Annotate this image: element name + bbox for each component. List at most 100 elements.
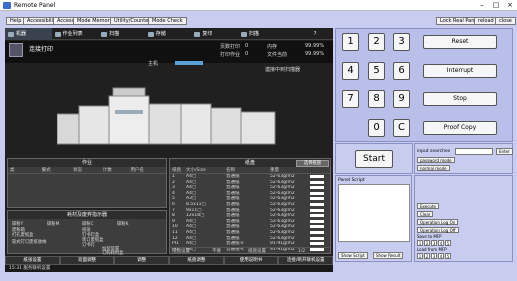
scanner-status: 連接中到扫描器 bbox=[265, 67, 301, 73]
bottom-tab-adjust[interactable]: 调整 bbox=[114, 256, 170, 265]
load-slot-5[interactable]: 5 bbox=[445, 253, 451, 259]
status-label-pages: 页数打印 bbox=[220, 44, 241, 50]
save-slots: 1 2 3 4 5 bbox=[417, 240, 451, 246]
script-title: Panel Script bbox=[338, 178, 365, 183]
app-icon bbox=[3, 2, 11, 9]
window-titlebar: Remote Panel – □ × bbox=[0, 0, 517, 11]
minimize-icon[interactable]: – bbox=[475, 0, 489, 11]
control-area: Execute Clear Operation Log On Operation… bbox=[414, 175, 513, 262]
staples: 订书钉 bbox=[82, 243, 95, 248]
toner-m: 碳粉M bbox=[47, 222, 60, 227]
input-search-area: input searches Enter password mode norma… bbox=[414, 143, 513, 174]
load-slot-1[interactable]: 1 bbox=[417, 253, 423, 259]
status-label-jobs: 打印作业 bbox=[220, 52, 241, 58]
operation-log-off-button[interactable]: Operation Log Off bbox=[417, 227, 459, 233]
mfp-screen: 机器 作业列表 扫描 存储 复印 扫描 ? 连接打印 页数打印 打印作业 0 0… bbox=[5, 28, 333, 272]
save-slot-4[interactable]: 4 bbox=[438, 240, 444, 246]
save-slot-1[interactable]: 1 bbox=[417, 240, 423, 246]
key-6[interactable]: 6 bbox=[393, 62, 410, 80]
bottom-tab-duplex[interactable]: 双面调整 bbox=[59, 256, 115, 265]
list-icon bbox=[54, 31, 61, 37]
load-slot-4[interactable]: 4 bbox=[438, 253, 444, 259]
show-script-button[interactable]: Show Script bbox=[338, 252, 368, 259]
save-slot-3[interactable]: 3 bbox=[431, 240, 437, 246]
job-col-type: 类 bbox=[10, 168, 15, 173]
close-icon[interactable]: × bbox=[503, 0, 517, 11]
script-textarea[interactable] bbox=[338, 184, 410, 242]
bottom-tab-manual[interactable]: 使用说明书 bbox=[223, 256, 279, 265]
store-icon bbox=[147, 31, 154, 37]
load-slots: 1 2 3 4 5 bbox=[417, 253, 451, 259]
password-mode-button[interactable]: password mode bbox=[417, 157, 455, 163]
printer-icon bbox=[9, 43, 23, 57]
job-col-format: 餐式 bbox=[41, 168, 51, 173]
execute-button[interactable]: Execute bbox=[417, 203, 439, 209]
key-4[interactable]: 4 bbox=[342, 62, 359, 80]
host-label: 主机 bbox=[148, 61, 159, 67]
bottom-tab-tray-adjust[interactable]: 纸盘调整 bbox=[169, 256, 224, 265]
tab-scan-2[interactable]: 扫描 bbox=[238, 28, 285, 40]
save-slot-2[interactable]: 2 bbox=[424, 240, 430, 246]
script-area: Panel Script Show Script Show Result bbox=[335, 175, 412, 262]
memory-label: 内存 bbox=[267, 44, 278, 50]
host-indicator bbox=[175, 61, 203, 65]
job-col-status: 状态 bbox=[73, 168, 83, 173]
tab-copy[interactable]: 复印 bbox=[191, 28, 238, 40]
close-button[interactable]: close bbox=[495, 17, 516, 25]
job-col-count: 计数 bbox=[102, 168, 112, 173]
punch-waste: 打孔废纸盒 bbox=[12, 233, 34, 238]
key-9[interactable]: 9 bbox=[393, 90, 410, 108]
maximize-icon[interactable]: □ bbox=[489, 0, 503, 11]
memory-value: 99.99% bbox=[305, 43, 325, 49]
tab-store[interactable]: 存储 bbox=[145, 28, 192, 40]
consumables-title: 耗材及废弃指示器 bbox=[8, 211, 166, 219]
help-tab[interactable]: ? bbox=[311, 28, 333, 40]
key-8[interactable]: 8 bbox=[368, 90, 385, 108]
key-0[interactable]: 0 bbox=[368, 119, 385, 137]
tab-machine[interactable]: 机器 bbox=[5, 28, 52, 40]
save-to-mfp-label: Save to MFP bbox=[417, 234, 442, 239]
key-1[interactable]: 1 bbox=[342, 33, 359, 51]
load-slot-2[interactable]: 2 bbox=[424, 253, 430, 259]
copy-icon bbox=[194, 31, 201, 37]
enter-button[interactable]: Enter bbox=[496, 148, 513, 155]
interrupt-button[interactable]: Interrupt bbox=[423, 64, 497, 78]
input-search-label: input searches bbox=[417, 149, 451, 154]
screen-bottom-tabs: 纸张设置 双面调整 调整 纸盘调整 使用说明书 连接/断开联机设置 bbox=[5, 256, 333, 265]
paper-footer-none: 不要 bbox=[212, 249, 221, 254]
bottom-tab-paper-setting[interactable]: 纸张设置 bbox=[5, 256, 60, 265]
operation-log-on-button[interactable]: Operation Log On bbox=[417, 219, 459, 225]
key-7[interactable]: 7 bbox=[342, 90, 359, 108]
load-from-mfp-label: Load from MFP bbox=[417, 247, 447, 252]
proof-copy-button[interactable]: Proof Copy bbox=[423, 121, 497, 135]
job-panel: 作业 类 餐式 状态 计数 用户名 bbox=[7, 158, 167, 208]
key-3[interactable]: 3 bbox=[393, 33, 410, 51]
start-button[interactable]: Start bbox=[355, 150, 393, 168]
select-tray-button[interactable]: 选择纸盘 bbox=[296, 160, 329, 167]
show-result-button[interactable]: Show Result bbox=[373, 252, 404, 259]
tab-scan[interactable]: 扫描 bbox=[98, 28, 145, 40]
tab-extra[interactable] bbox=[284, 28, 310, 40]
normal-mode-button[interactable]: normal mode bbox=[417, 165, 450, 171]
paper-footer-row: 纸盘设置 不要 纸盘设置 1/2 bbox=[170, 247, 330, 254]
file-value: 99.99% bbox=[305, 51, 325, 57]
key-clear[interactable]: C bbox=[393, 119, 410, 137]
reset-button[interactable]: Reset bbox=[423, 35, 497, 49]
key-5[interactable]: 5 bbox=[368, 62, 385, 80]
bottom-tab-connect[interactable]: 连接/断开联机设置 bbox=[278, 256, 333, 265]
paper-col-weight: 重量 bbox=[270, 168, 279, 173]
clear-button[interactable]: Clear bbox=[417, 211, 434, 217]
stop-button[interactable]: Stop bbox=[423, 92, 497, 106]
soft-binding-waste: 软式钉订废纸收纳 bbox=[12, 240, 47, 245]
mode-check-button[interactable]: Mode Check bbox=[148, 17, 187, 25]
save-slot-5[interactable]: 5 bbox=[445, 240, 451, 246]
search-input[interactable] bbox=[455, 148, 493, 155]
tab-job-list[interactable]: 作业列表 bbox=[52, 28, 99, 40]
paper-col-size: 大小/Size bbox=[186, 168, 206, 173]
load-slot-3[interactable]: 3 bbox=[431, 253, 437, 259]
key-2[interactable]: 2 bbox=[368, 33, 385, 51]
file-label: 文件当前 bbox=[267, 52, 288, 58]
jobs-value-1: 0 bbox=[245, 51, 249, 57]
status-area: 连接打印 页数打印 打印作业 0 0 内存 文件当前 99.99% 99.99% bbox=[5, 41, 333, 63]
keypad-panel: 1 2 3 4 5 6 7 8 9 0 C Reset Interrupt St… bbox=[335, 28, 513, 142]
